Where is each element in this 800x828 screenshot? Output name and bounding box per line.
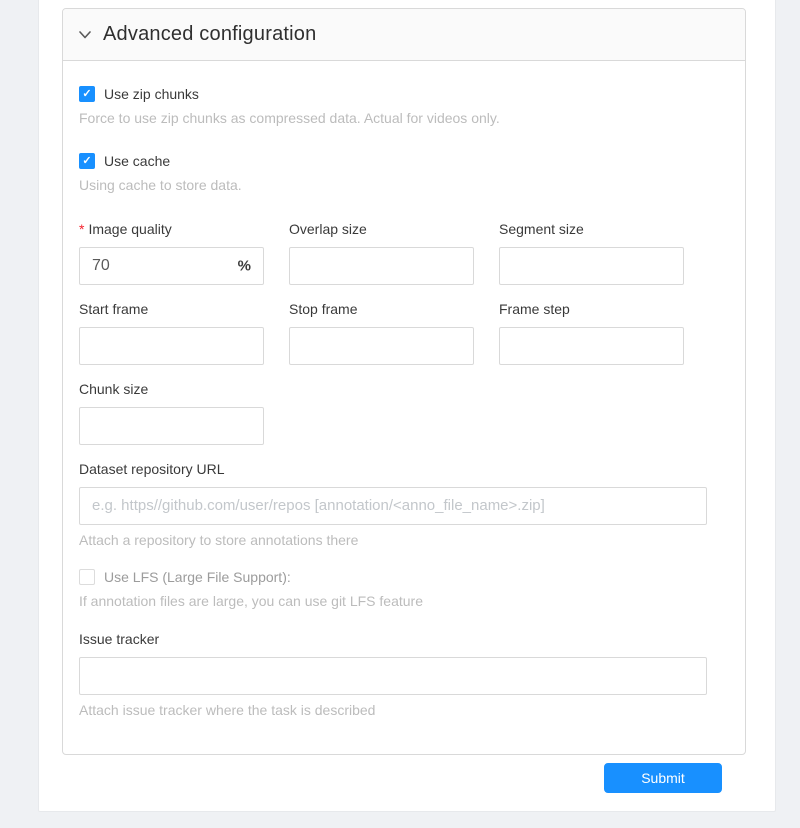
issue-tracker-input[interactable] bbox=[79, 657, 707, 695]
issue-tracker-help: Attach issue tracker where the task is d… bbox=[79, 702, 729, 718]
advanced-configuration-body: ✓ Use zip chunks Force to use zip chunks… bbox=[63, 61, 745, 755]
zip-chunks-row: ✓ Use zip chunks bbox=[79, 85, 729, 103]
create-task-card: Advanced configuration ✓ Use zip chunks … bbox=[38, 0, 776, 812]
zip-chunks-label[interactable]: Use zip chunks bbox=[104, 86, 199, 102]
image-quality-input[interactable] bbox=[79, 247, 264, 285]
cache-row: ✓ Use cache bbox=[79, 152, 729, 170]
zip-chunks-help: Force to use zip chunks as compressed da… bbox=[79, 110, 729, 126]
overlap-size-input[interactable] bbox=[289, 247, 474, 285]
advanced-configuration-header[interactable]: Advanced configuration bbox=[63, 9, 745, 61]
image-quality-label-text: Image quality bbox=[88, 221, 171, 237]
stop-frame-label: Stop frame bbox=[289, 301, 474, 317]
fields-row-3: Chunk size bbox=[79, 381, 729, 445]
chevron-down-icon bbox=[79, 31, 91, 39]
issue-tracker-label: Issue tracker bbox=[79, 631, 729, 647]
dataset-repository-input[interactable] bbox=[79, 487, 707, 525]
fields-row-1: *Image quality % Overlap size Segment si… bbox=[79, 221, 729, 285]
start-frame-label: Start frame bbox=[79, 301, 264, 317]
panel-title: Advanced configuration bbox=[103, 23, 316, 46]
dataset-repository-field: Dataset repository URL Attach a reposito… bbox=[79, 461, 729, 548]
segment-size-field: Segment size bbox=[499, 221, 684, 285]
spacer bbox=[79, 126, 729, 152]
image-quality-field: *Image quality % bbox=[79, 221, 264, 285]
image-quality-input-wrap: % bbox=[79, 247, 264, 285]
cache-label[interactable]: Use cache bbox=[104, 153, 170, 169]
image-quality-label: *Image quality bbox=[79, 221, 264, 237]
spacer bbox=[79, 445, 729, 461]
frame-step-field: Frame step bbox=[499, 301, 684, 365]
spacer bbox=[79, 548, 729, 568]
spacer bbox=[79, 193, 729, 221]
spacer bbox=[79, 609, 729, 631]
chunk-size-field: Chunk size bbox=[79, 381, 264, 445]
cache-help: Using cache to store data. bbox=[79, 177, 729, 193]
lfs-checkbox[interactable] bbox=[79, 569, 95, 585]
frame-step-input[interactable] bbox=[499, 327, 684, 365]
segment-size-label: Segment size bbox=[499, 221, 684, 237]
lfs-label[interactable]: Use LFS (Large File Support): bbox=[104, 569, 291, 585]
stop-frame-input[interactable] bbox=[289, 327, 474, 365]
required-asterisk: * bbox=[79, 221, 84, 237]
zip-chunks-checkbox[interactable]: ✓ bbox=[79, 86, 95, 102]
frame-step-label: Frame step bbox=[499, 301, 684, 317]
spacer bbox=[79, 285, 729, 301]
start-frame-field: Start frame bbox=[79, 301, 264, 365]
dataset-repository-label: Dataset repository URL bbox=[79, 461, 729, 477]
overlap-size-label: Overlap size bbox=[289, 221, 474, 237]
stop-frame-field: Stop frame bbox=[289, 301, 474, 365]
segment-size-input[interactable] bbox=[499, 247, 684, 285]
overlap-size-field: Overlap size bbox=[289, 221, 474, 285]
lfs-row: Use LFS (Large File Support): bbox=[79, 568, 729, 586]
start-frame-input[interactable] bbox=[79, 327, 264, 365]
lfs-help: If annotation files are large, you can u… bbox=[79, 593, 729, 609]
spacer bbox=[79, 365, 729, 381]
cache-checkbox[interactable]: ✓ bbox=[79, 153, 95, 169]
checkmark-icon: ✓ bbox=[82, 89, 91, 100]
chunk-size-label: Chunk size bbox=[79, 381, 264, 397]
issue-tracker-field: Issue tracker Attach issue tracker where… bbox=[79, 631, 729, 718]
chunk-size-input[interactable] bbox=[79, 407, 264, 445]
submit-button[interactable]: Submit bbox=[604, 763, 722, 793]
dataset-repository-help: Attach a repository to store annotations… bbox=[79, 532, 729, 548]
advanced-configuration-panel: Advanced configuration ✓ Use zip chunks … bbox=[62, 8, 746, 755]
checkmark-icon: ✓ bbox=[82, 156, 91, 167]
fields-row-2: Start frame Stop frame Frame step bbox=[79, 301, 729, 365]
